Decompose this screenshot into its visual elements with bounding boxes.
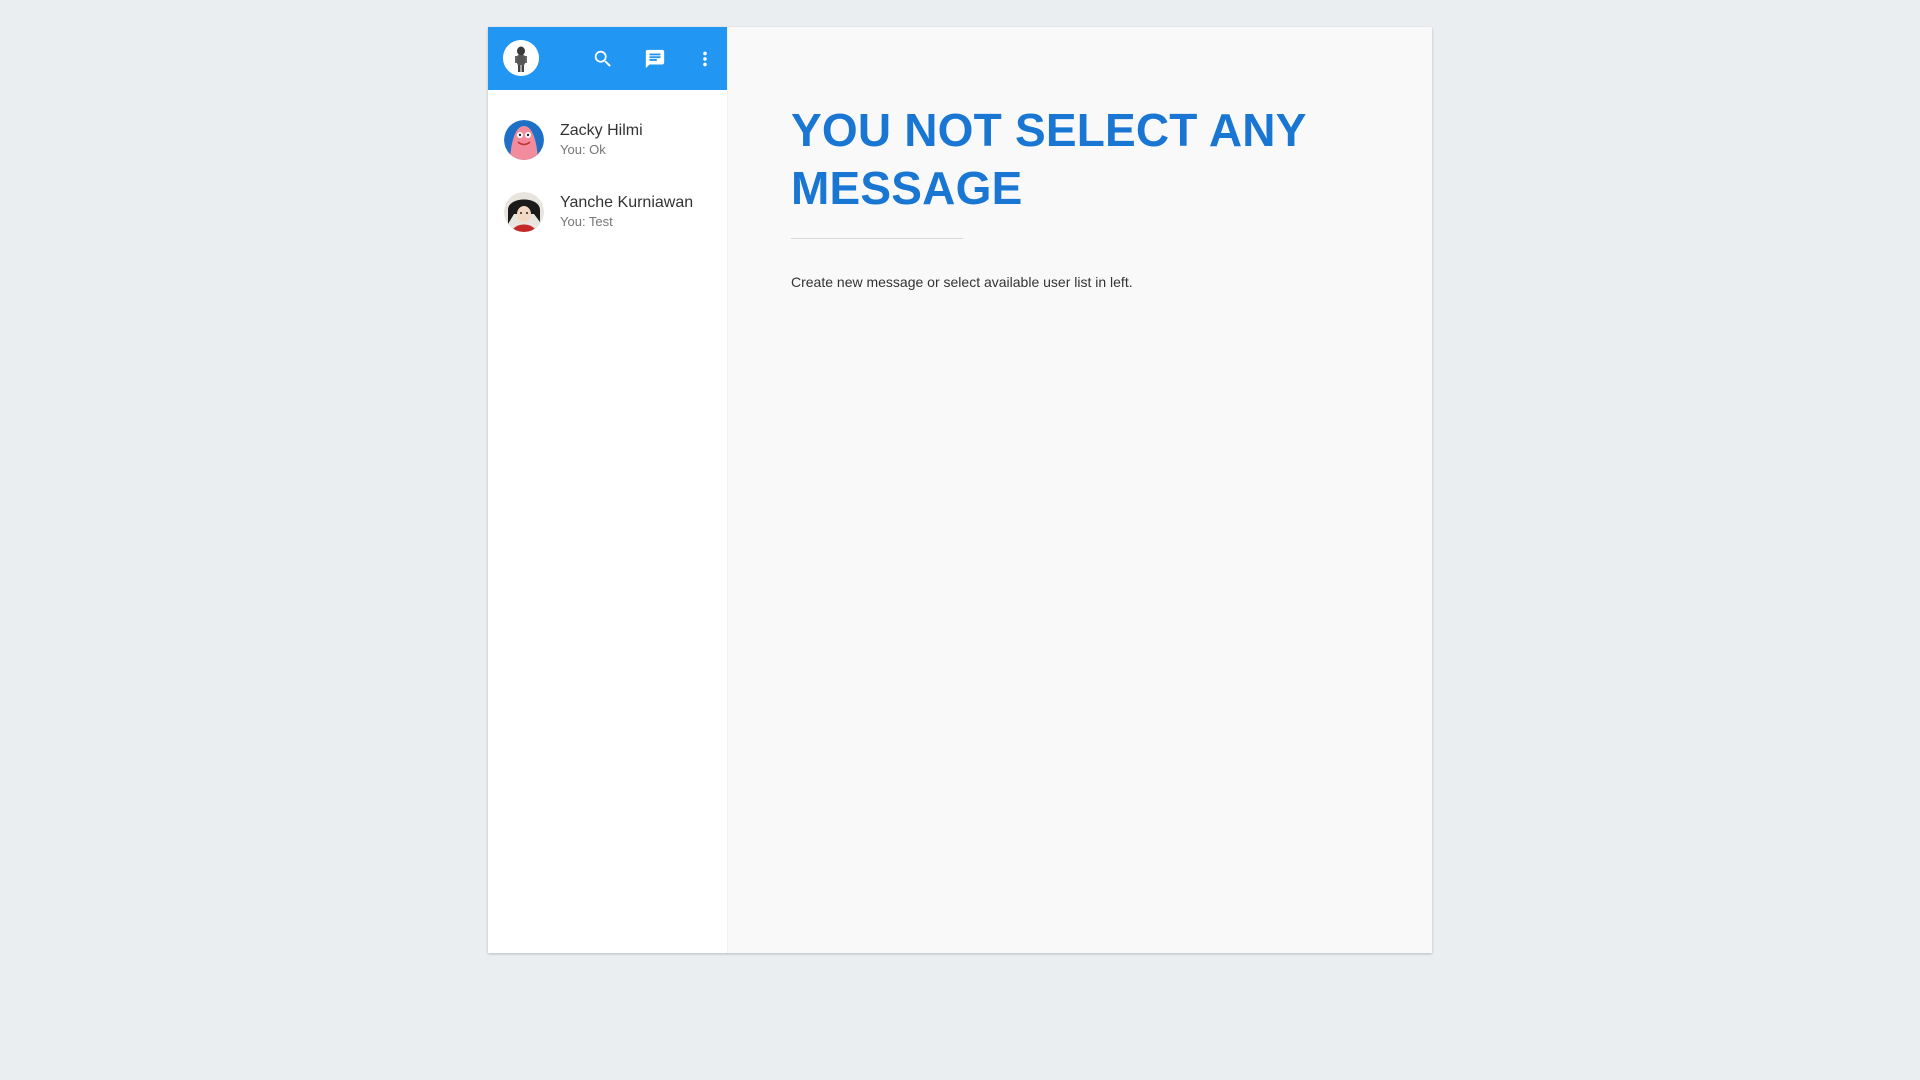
chat-icon[interactable] [637,41,673,77]
search-icon[interactable] [585,41,621,77]
list-item[interactable]: Yanche Kurniawan You: Test [488,176,727,248]
contact-list: Zacky Hilmi You: Ok Yanche Kurniawan You… [488,90,727,248]
contact-name: Yanche Kurniawan [560,194,694,211]
chat-app: Zacky Hilmi You: Ok Yanche Kurniawan You… [488,27,1432,953]
contact-text: Zacky Hilmi You: Ok [560,121,643,159]
list-item[interactable]: Zacky Hilmi You: Ok [488,104,727,176]
page-title: YOU NOT SELECT ANY MESSAGE [791,104,1306,214]
anime-avatar-icon [504,192,544,232]
patrick-avatar-icon [504,120,544,160]
user-avatar-icon[interactable] [503,40,539,76]
main-panel: YOU NOT SELECT ANY MESSAGE Create new me… [727,27,1432,953]
contact-last-message: You: Ok [560,142,606,157]
empty-state-description: Create new message or select available u… [791,274,1133,290]
contact-name: Zacky Hilmi [560,122,643,139]
contact-last-message: You: Test [560,214,613,229]
more-vert-icon[interactable] [687,41,723,77]
contact-text: Yanche Kurniawan You: Test [560,193,693,231]
sidebar-header [488,27,727,90]
sidebar: Zacky Hilmi You: Ok Yanche Kurniawan You… [488,27,727,953]
divider [791,238,963,239]
